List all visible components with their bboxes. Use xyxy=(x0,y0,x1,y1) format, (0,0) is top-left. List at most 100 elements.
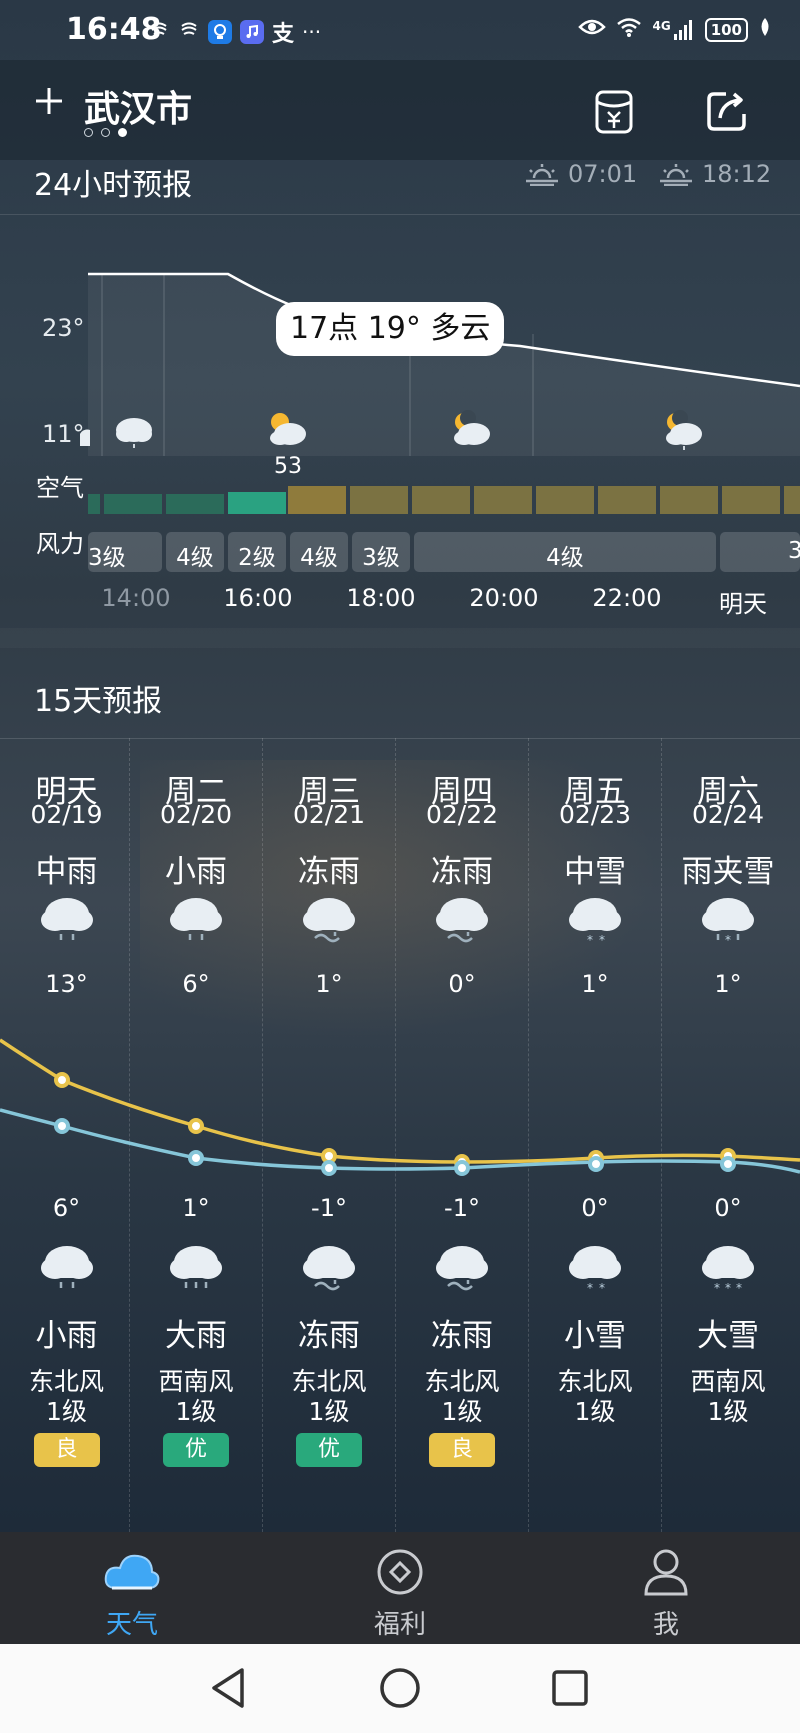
wallet-icon xyxy=(595,90,633,134)
page-dot xyxy=(84,128,93,137)
notification-icon xyxy=(148,19,170,46)
wind-level: 1级 xyxy=(308,1397,350,1426)
svg-text:*: * xyxy=(725,933,731,947)
day-weather: 中雨 xyxy=(35,854,98,890)
air-quality-value: 53 xyxy=(274,454,302,479)
day-weather: 雨夹雪 xyxy=(681,854,775,890)
section-separator xyxy=(0,628,800,648)
svg-text:*: * xyxy=(736,1281,742,1295)
status-right-icons: 4G 100 xyxy=(578,16,772,43)
aqi-badge: 良 xyxy=(33,1433,100,1467)
high-temperature: 1° xyxy=(315,970,343,998)
daily-forecast-section: 15天预报 明天 02/19 中雨 13° 6° 小雨 东北风 1级良周二 02/20 小雨 6° 1… xyxy=(0,648,800,1532)
sunset-time: 18:12 xyxy=(702,160,772,188)
city-name[interactable]: 武汉市 xyxy=(84,80,192,132)
svg-text:*: * xyxy=(599,1281,605,1295)
hourly-forecast-section: 24小时预报 07:01 18:12 23° 11° 17点 19° 多云 空气… xyxy=(0,160,800,630)
aqi-badge: 良 xyxy=(429,1433,495,1467)
cloud-icon xyxy=(104,1554,160,1590)
day-column[interactable]: 周三 02/21 冻雨 1° -1° 冻雨 东北风 1级优 xyxy=(262,738,395,1532)
day-date: 02/24 xyxy=(691,800,765,829)
day-date: 02/22 xyxy=(425,800,499,829)
day-weather: 中雪 xyxy=(564,854,626,890)
day-weather: 冻雨 xyxy=(431,854,493,890)
day-date: 02/21 xyxy=(292,800,366,829)
sunset-info: 18:12 xyxy=(658,160,771,188)
wind-level: 1级 xyxy=(46,1397,87,1426)
back-icon[interactable] xyxy=(204,1662,256,1714)
day-column[interactable]: 周四 02/22 冻雨 0° -1° 冻雨 东北风 1级良 xyxy=(395,738,528,1532)
notification-icon xyxy=(178,19,200,46)
aqi-badge: 优 xyxy=(296,1433,362,1467)
freezing-rain-icon xyxy=(430,1236,494,1300)
time-tick: 16:00 xyxy=(223,584,293,612)
night-weather: 大雪 xyxy=(697,1318,759,1354)
snow-icon: * * xyxy=(563,888,627,952)
wind-segment: 4级 xyxy=(300,545,338,571)
hourly-chart[interactable]: 23° 11° 17点 19° 多云 空气 53 风力 3级 4级 2级 4级 … xyxy=(0,214,800,634)
nav-benefits-label: 福利 xyxy=(373,1610,426,1640)
person-icon xyxy=(644,1549,688,1596)
air-quality-label: 空气 xyxy=(36,474,84,502)
low-temperature: 0° xyxy=(581,1194,609,1222)
night-weather: 冻雨 xyxy=(431,1318,493,1354)
status-bar: 16:48 支 ··· 4G 100 xyxy=(0,0,800,60)
status-overflow: ··· xyxy=(302,20,322,44)
day-column[interactable]: 周二 02/20 小雨 6° 1° 大雨 西南风 1级优 xyxy=(129,738,262,1532)
nav-me-label: 我 xyxy=(652,1610,679,1640)
night-weather: 小雨 xyxy=(35,1318,98,1354)
wind-segment: 2级 xyxy=(238,545,276,571)
svg-text:*: * xyxy=(587,933,593,947)
low-temperature: -1° xyxy=(444,1194,480,1222)
heavy-snow-icon: * * * xyxy=(696,1236,760,1300)
day-column[interactable]: 周五 02/23 中雪 * * 1° 0° * * 小雪 东北风 1级 xyxy=(528,738,661,1532)
signal-icon: 4G xyxy=(652,19,694,41)
wallet-button[interactable] xyxy=(592,88,640,136)
day-date: 02/23 xyxy=(558,800,632,829)
nav-benefits[interactable]: 福利 xyxy=(340,1544,460,1641)
night-weather: 冻雨 xyxy=(298,1318,360,1354)
low-temperature: 1° xyxy=(182,1194,210,1222)
daily-title: 15天预报 xyxy=(34,684,163,719)
nav-me[interactable]: 我 xyxy=(606,1544,726,1641)
day-weather: 冻雨 xyxy=(298,854,360,890)
page-indicator xyxy=(84,128,127,137)
time-tick: 18:00 xyxy=(346,584,416,612)
wind-level: 1级 xyxy=(175,1397,217,1426)
alipay-app-icon: 支 xyxy=(272,22,295,47)
day-weather: 小雨 xyxy=(165,854,227,890)
svg-text:*: * xyxy=(599,933,605,947)
system-navigation-bar xyxy=(0,1644,800,1733)
high-temperature: 1° xyxy=(581,970,609,998)
eye-icon xyxy=(578,17,607,42)
day-column[interactable]: 明天 02/19 中雨 13° 6° 小雨 东北风 1级良 xyxy=(0,738,133,1532)
freezing-rain-icon xyxy=(297,1236,361,1300)
sunset-icon xyxy=(660,164,692,186)
sleet-icon: * xyxy=(696,888,760,952)
svg-text:*: * xyxy=(725,1281,731,1295)
share-button[interactable] xyxy=(704,88,752,136)
wind-segment: 3级 xyxy=(88,545,126,571)
music-app-icon xyxy=(240,20,264,44)
wind-level: 1级 xyxy=(441,1397,483,1426)
app-header: 武汉市 xyxy=(0,60,800,160)
recents-icon[interactable] xyxy=(544,1662,596,1714)
day-date: 02/20 xyxy=(159,800,233,829)
home-icon[interactable] xyxy=(374,1662,426,1714)
add-city-button[interactable] xyxy=(34,80,64,126)
hourly-title: 24小时预报 xyxy=(34,168,193,203)
nav-weather[interactable]: 天气 xyxy=(72,1544,192,1641)
rain-icon xyxy=(35,888,99,952)
low-temperature: 6° xyxy=(52,1194,81,1222)
battery-indicator: 100 xyxy=(704,17,748,42)
wind-segment: 3级 xyxy=(362,545,400,571)
high-temperature: 1° xyxy=(714,970,742,998)
aqi-badge: 优 xyxy=(163,1433,229,1467)
time-tick: 22:00 xyxy=(592,584,662,612)
day-column[interactable]: 周六 02/24 雨夹雪 * 1° 0° * * * 大雪 西南风 1级 xyxy=(661,738,794,1532)
wind-segment: 4级 xyxy=(176,545,214,571)
high-temperature: 13° xyxy=(45,970,88,998)
wind-level: 1级 xyxy=(707,1397,749,1426)
time-tick: 14:00 xyxy=(101,584,171,612)
night-weather: 小雪 xyxy=(564,1318,626,1354)
